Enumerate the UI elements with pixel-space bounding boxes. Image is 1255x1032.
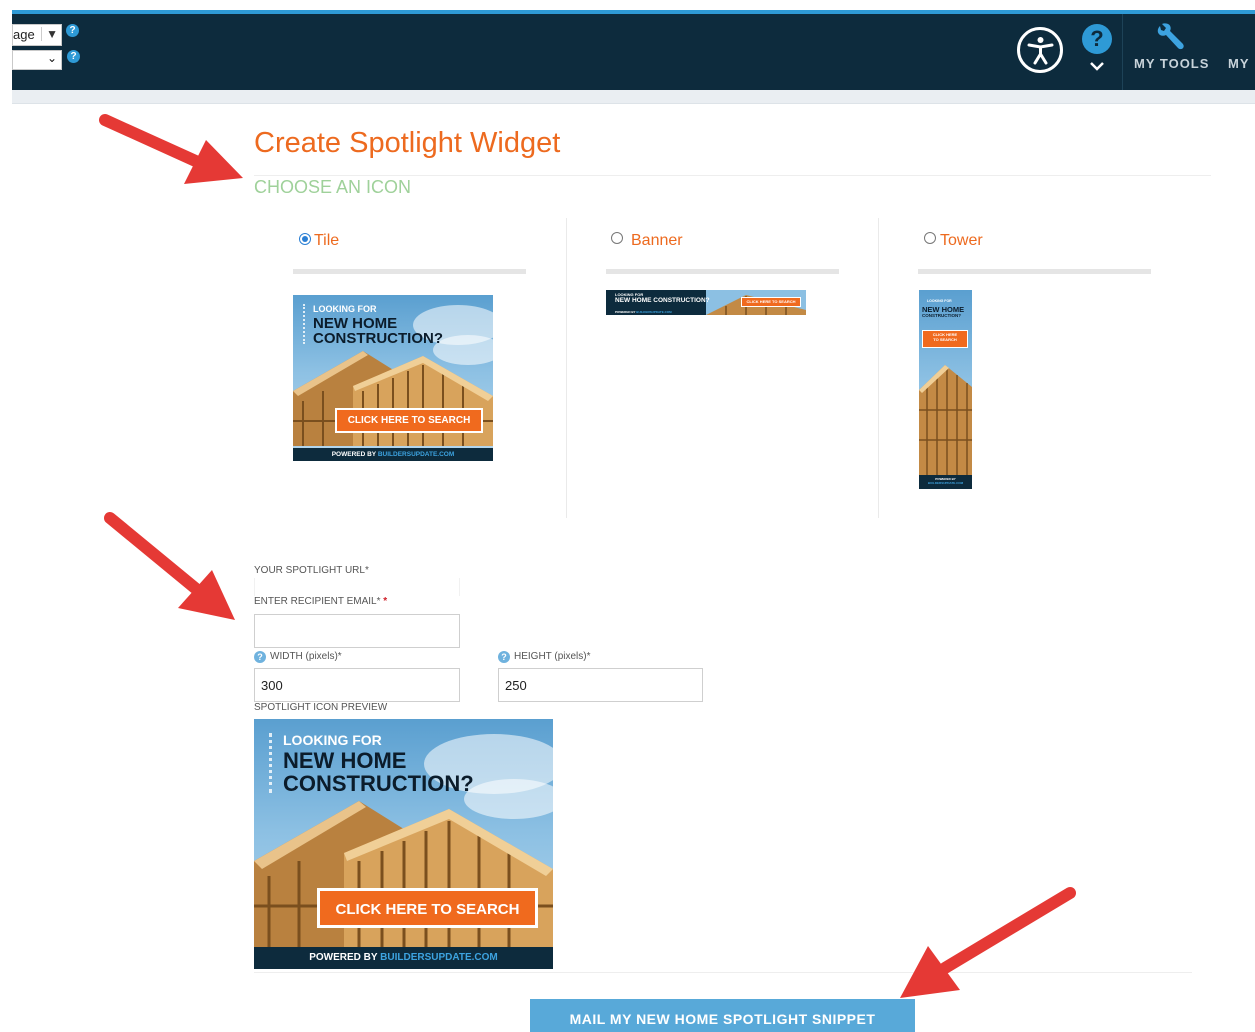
- recipient-email-input[interactable]: [254, 614, 460, 648]
- preview-looking-for: LOOKING FOR: [283, 732, 382, 748]
- mail-snippet-button[interactable]: MAIL MY NEW HOME SPOTLIGHT SNIPPET: [530, 999, 915, 1032]
- preview-headline-line2: CONSTRUCTION?: [283, 771, 474, 796]
- page-title: Create Spotlight Widget: [254, 127, 561, 159]
- help-menu-icon[interactable]: ?: [1082, 24, 1112, 54]
- banner-brand: BUILDERSUPDATE.COM: [636, 310, 672, 314]
- ad-headline-line2: CONSTRUCTION?: [313, 330, 443, 347]
- form-divider: [254, 972, 1192, 973]
- banner-headline: NEW HOME CONSTRUCTION?: [615, 297, 710, 304]
- annotation-arrows: [99, 114, 1076, 998]
- ad-brand: BUILDERSUPDATE.COM: [377, 451, 455, 458]
- header-sub-strip: [12, 90, 1255, 104]
- preview-footer: POWERED BY BUILDERSUPDATE.COM: [254, 947, 553, 969]
- required-marker: *: [383, 596, 388, 607]
- spotlight-preview-image: LOOKING FOR NEW HOME CONSTRUCTION? CLICK…: [254, 719, 553, 969]
- banner-cta: CLICK HERE TO SEARCH: [741, 297, 801, 307]
- tower-cta-line2: TO SEARCH: [933, 336, 957, 342]
- tile-radio[interactable]: [299, 233, 311, 245]
- page-root: age ▼ ? ⌄ ? ? MY TOOLS MY Create Spotlig…: [0, 0, 1255, 1032]
- help-icon[interactable]: ?: [67, 50, 80, 63]
- height-input[interactable]: 250: [498, 668, 703, 702]
- spotlight-url-label: YOUR SPOTLIGHT URL*: [254, 565, 369, 576]
- banner-option-label[interactable]: Banner: [631, 232, 683, 250]
- tile-option-label[interactable]: Tile: [314, 232, 339, 250]
- title-divider: [254, 175, 1211, 176]
- preview-powered-by: POWERED BY: [309, 952, 378, 963]
- ad-footer: POWERED BY BUILDERSUPDATE.COM: [293, 448, 493, 461]
- ad-looking-for: LOOKING FOR: [313, 304, 377, 314]
- tower-footer: POWERED BY BUILDERSUPDATE.COM: [919, 475, 972, 489]
- dropdown-triangle-icon: ▼: [41, 27, 58, 41]
- banner-icon-image[interactable]: LOOKING FOR NEW HOME CONSTRUCTION? CLICK…: [606, 290, 806, 315]
- option-divider: [918, 269, 1151, 274]
- column-divider: [566, 218, 567, 518]
- accessibility-icon: [1027, 37, 1054, 65]
- info-icon[interactable]: ?: [498, 651, 510, 663]
- tower-frame-graphic: [919, 365, 972, 475]
- info-icon[interactable]: ?: [254, 651, 266, 663]
- section-heading: CHOOSE AN ICON: [254, 177, 412, 197]
- tower-radio[interactable]: [924, 232, 936, 244]
- spotlight-url-field[interactable]: [254, 578, 460, 596]
- preview-brand: BUILDERSUPDATE.COM: [380, 952, 498, 963]
- tower-looking-for: LOOKING FOR: [927, 299, 952, 303]
- language-select-value: age: [13, 27, 35, 42]
- width-input[interactable]: 300: [254, 668, 460, 702]
- chevron-down-icon[interactable]: [1089, 58, 1105, 74]
- preview-headline-line1: NEW HOME: [283, 748, 407, 773]
- tower-option-label[interactable]: Tower: [940, 232, 983, 250]
- width-label: WIDTH (pixels)*: [270, 651, 342, 662]
- banner-radio[interactable]: [611, 232, 623, 244]
- wrench-icon[interactable]: [1154, 22, 1186, 57]
- tower-icon-image[interactable]: LOOKING FOR NEW HOME CONSTRUCTION? CLICK…: [919, 290, 972, 489]
- preview-label: SPOTLIGHT ICON PREVIEW: [254, 702, 388, 713]
- help-icon[interactable]: ?: [66, 24, 79, 37]
- banner-footer: POWERED BY BUILDERSUPDATE.COM: [606, 310, 706, 315]
- nav-divider: [1122, 14, 1123, 90]
- language-select[interactable]: age ▼: [12, 24, 62, 46]
- annotation-arrow-title: [99, 114, 206, 169]
- annotation-arrow-button: [939, 887, 1076, 974]
- tower-brand: BUILDERSUPDATE.COM: [927, 480, 964, 485]
- recipient-email-label: ENTER RECIPIENT EMAIL* *: [254, 596, 387, 607]
- tile-icon-image[interactable]: LOOKING FOR NEW HOME CONSTRUCTION? CLICK…: [293, 295, 493, 461]
- chevron-down-icon: ⌄: [46, 51, 57, 65]
- option-divider: [606, 269, 839, 274]
- recipient-email-label-text: ENTER RECIPIENT EMAIL*: [254, 596, 381, 607]
- option-divider: [293, 269, 526, 274]
- ad-powered-by: POWERED BY: [331, 451, 377, 458]
- ad-cta-button: CLICK HERE TO SEARCH: [335, 408, 483, 433]
- my-menu-link[interactable]: MY: [1228, 56, 1250, 71]
- secondary-select[interactable]: ⌄: [12, 50, 62, 70]
- accessibility-button[interactable]: [1017, 27, 1063, 73]
- preview-cta: CLICK HERE TO SEARCH: [317, 888, 538, 928]
- ad-headline-line1: NEW HOME: [313, 315, 398, 332]
- top-navbar: age ▼ ? ⌄ ? ? MY TOOLS MY: [12, 10, 1255, 90]
- my-tools-link[interactable]: MY TOOLS: [1134, 56, 1209, 71]
- height-label: HEIGHT (pixels)*: [514, 651, 591, 662]
- column-divider: [878, 218, 879, 518]
- annotation-arrow-email: [104, 512, 201, 594]
- banner-powered-by: POWERED BY: [615, 310, 636, 314]
- tower-headline-line2: CONSTRUCTION?: [922, 313, 961, 318]
- preview-house-frame-graphic: [254, 801, 553, 951]
- tower-cta: CLICK HERE TO SEARCH: [922, 330, 968, 348]
